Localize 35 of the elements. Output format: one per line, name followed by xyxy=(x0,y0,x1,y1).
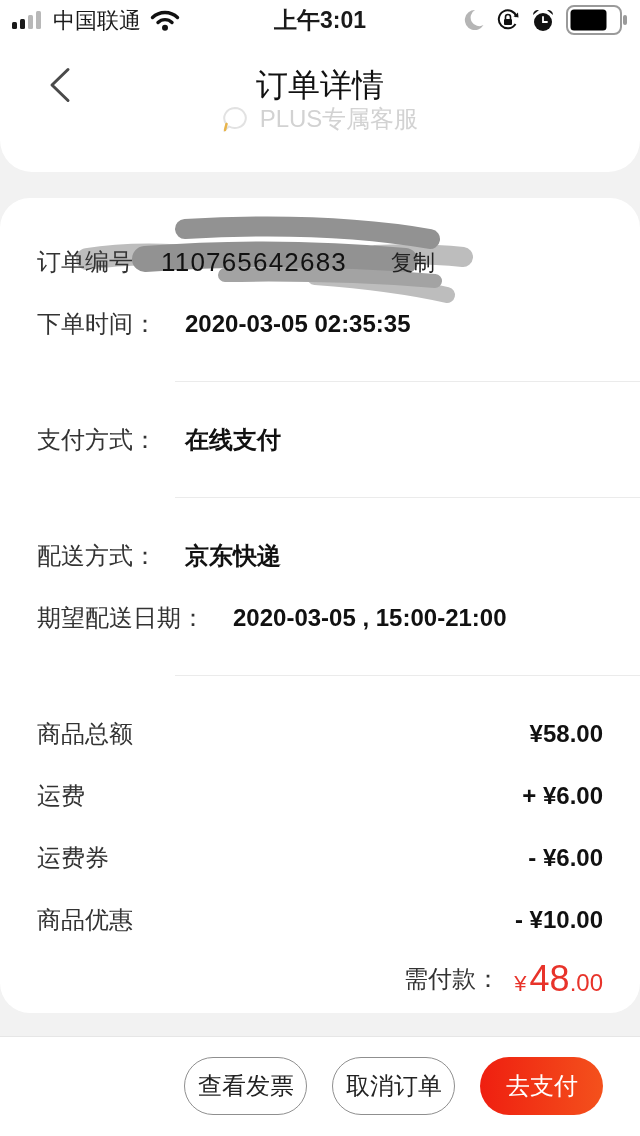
charge-label: 运费券 xyxy=(37,843,109,873)
charge-amount: ¥58.00 xyxy=(529,719,603,749)
charge-label: 运费 xyxy=(37,781,85,811)
field-value: 在线支付 xyxy=(185,425,281,455)
chevron-left-icon xyxy=(48,67,72,103)
wifi-icon xyxy=(150,9,180,31)
field-value: 2020-03-05 , 15:00-21:00 xyxy=(233,603,507,633)
outline-button[interactable]: 查看发票 xyxy=(184,1057,307,1115)
total-amount: ¥48.00 xyxy=(514,957,603,1001)
field-label: 下单时间： xyxy=(37,309,157,339)
alarm-clock-icon xyxy=(532,8,554,32)
charge-amount: + ¥6.00 xyxy=(522,781,603,811)
signal-icon xyxy=(12,11,44,29)
charge-label: 商品优惠 xyxy=(37,905,133,935)
field-label: 期望配送日期： xyxy=(37,603,205,633)
field-label: 配送方式： xyxy=(37,541,157,571)
moon-icon xyxy=(464,9,484,31)
pay-button[interactable]: 去支付 xyxy=(480,1057,603,1115)
clock-time: 上午3:01 xyxy=(274,5,367,35)
copy-link[interactable]: 复制 xyxy=(391,245,435,279)
chat-bubble-icon xyxy=(221,106,248,132)
rotation-lock-icon xyxy=(496,8,520,32)
charge-amount: - ¥10.00 xyxy=(514,905,603,935)
charge-label: 商品总额 xyxy=(37,719,133,749)
field-value: 2020-03-05 02:35:35 xyxy=(185,309,411,339)
outline-button[interactable]: 取消订单 xyxy=(332,1057,455,1115)
battery-icon xyxy=(566,5,628,35)
field-value: 110765642683 xyxy=(161,245,347,279)
field-value: 京东快递 xyxy=(185,541,281,571)
page-title: 订单详情 xyxy=(256,66,384,105)
total-label: 需付款： xyxy=(404,964,501,994)
field-label: 订单编号 xyxy=(37,247,133,277)
carrier-name: 中国联通 xyxy=(53,6,141,35)
charge-amount: - ¥6.00 xyxy=(528,843,603,873)
field-label: 支付方式： xyxy=(37,425,157,455)
